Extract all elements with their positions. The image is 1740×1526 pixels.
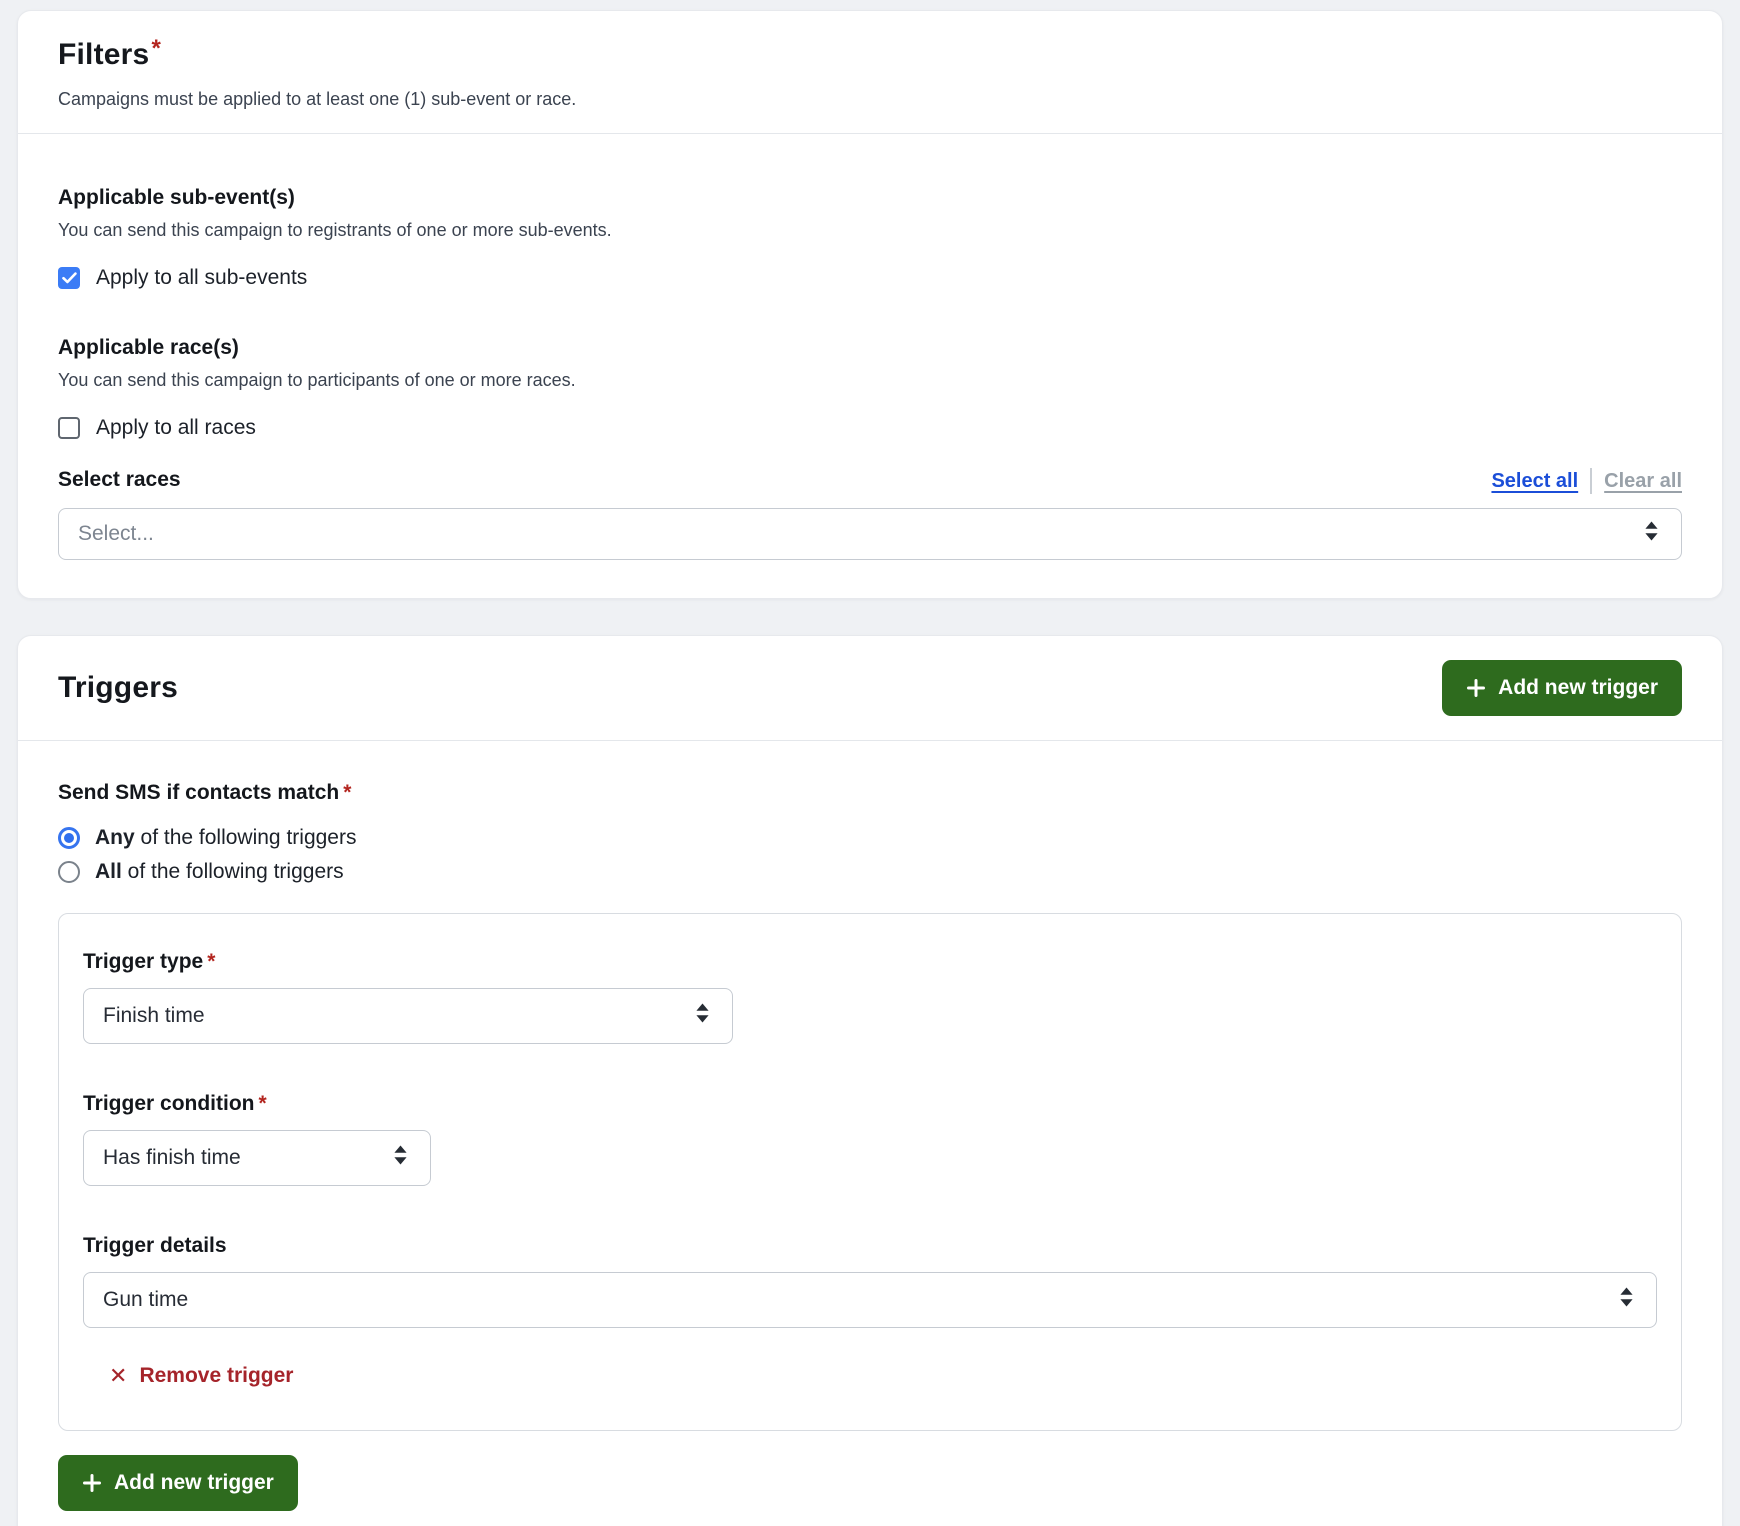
add-new-trigger-button-bottom[interactable]: Add new trigger <box>58 1455 298 1511</box>
sub-events-heading: Applicable sub-event(s) <box>58 184 1682 212</box>
trigger-condition-asterisk: * <box>259 1092 267 1115</box>
apply-all-races-checkbox[interactable] <box>58 417 80 439</box>
triggers-title: Triggers <box>58 670 178 706</box>
trigger-type-value: Finish time <box>103 1004 205 1028</box>
trigger-condition-value: Has finish time <box>103 1146 241 1170</box>
filters-subtitle: Campaigns must be applied to at least on… <box>58 87 1682 111</box>
select-races-placeholder: Select... <box>78 522 154 546</box>
links-separator <box>1590 468 1592 494</box>
filters-card: Filters* Campaigns must be applied to at… <box>17 10 1723 599</box>
trigger-details-select[interactable]: Gun time <box>83 1272 1657 1328</box>
radio-row-any[interactable]: Any of the following triggers <box>58 821 1682 855</box>
radio-all-rest: of the following triggers <box>122 860 344 883</box>
remove-trigger-label: Remove trigger <box>139 1362 293 1390</box>
trigger-item-box: Trigger type* Finish time Trigger condit… <box>58 913 1682 1431</box>
add-new-trigger-top-label: Add new trigger <box>1498 676 1658 700</box>
trigger-details-label: Trigger details <box>83 1232 1657 1260</box>
triggers-card: Triggers Add new trigger Send SMS if con… <box>17 635 1723 1526</box>
apply-all-races-label[interactable]: Apply to all races <box>96 414 256 442</box>
trigger-type-label: Trigger type* <box>83 948 1657 976</box>
chevron-up-down-icon <box>695 1003 710 1030</box>
add-new-trigger-button-top[interactable]: Add new trigger <box>1442 660 1682 716</box>
plus-icon <box>1466 678 1486 698</box>
sub-events-description: You can send this campaign to registrant… <box>58 218 1682 242</box>
trigger-condition-label-text: Trigger condition <box>83 1092 255 1115</box>
filters-title: Filters* <box>58 37 1682 75</box>
radio-all-bold: All <box>95 860 122 883</box>
chevron-up-down-icon <box>393 1145 408 1172</box>
chevron-up-down-icon <box>1644 521 1659 548</box>
chevron-up-down-icon <box>1619 1287 1634 1314</box>
add-new-trigger-bottom-label: Add new trigger <box>114 1471 274 1495</box>
select-races-links: Select all Clear all <box>1491 468 1682 494</box>
plus-icon <box>82 1473 102 1493</box>
select-races-dropdown[interactable]: Select... <box>58 508 1682 560</box>
radio-any-rest: of the following triggers <box>135 826 357 849</box>
page: Filters* Campaigns must be applied to at… <box>0 0 1740 1526</box>
select-all-link[interactable]: Select all <box>1491 470 1578 493</box>
clear-all-link[interactable]: Clear all <box>1604 470 1682 493</box>
races-heading: Applicable race(s) <box>58 334 1682 362</box>
send-sms-required-asterisk: * <box>343 781 351 804</box>
radio-all[interactable] <box>58 861 80 883</box>
trigger-condition-label: Trigger condition* <box>83 1090 1657 1118</box>
remove-x-icon: ✕ <box>109 1362 127 1390</box>
apply-all-sub-events-row[interactable]: Apply to all sub-events <box>58 264 1682 292</box>
apply-all-sub-events-label[interactable]: Apply to all sub-events <box>96 264 307 292</box>
match-radio-group: Any of the following triggers All of the… <box>58 821 1682 889</box>
radio-any[interactable] <box>58 827 80 849</box>
apply-all-races-row[interactable]: Apply to all races <box>58 414 1682 442</box>
check-icon <box>62 272 77 284</box>
filters-card-header: Filters* Campaigns must be applied to at… <box>18 11 1722 133</box>
trigger-condition-select[interactable]: Has finish time <box>83 1130 431 1186</box>
races-description: You can send this campaign to participan… <box>58 368 1682 392</box>
filters-title-text: Filters <box>58 38 149 71</box>
trigger-type-select[interactable]: Finish time <box>83 988 733 1044</box>
triggers-card-header: Triggers Add new trigger <box>18 636 1722 740</box>
triggers-card-body: Send SMS if contacts match* Any of the f… <box>18 741 1722 1526</box>
trigger-details-value: Gun time <box>103 1288 188 1312</box>
select-races-header-row: Select races Select all Clear all <box>58 466 1682 494</box>
remove-trigger-button[interactable]: ✕ Remove trigger <box>109 1362 293 1390</box>
select-races-label: Select races <box>58 466 181 494</box>
apply-all-sub-events-checkbox[interactable] <box>58 267 80 289</box>
filters-required-asterisk: * <box>151 35 161 62</box>
radio-any-bold: Any <box>95 826 135 849</box>
send-sms-match-text: Send SMS if contacts match <box>58 781 339 804</box>
radio-all-label[interactable]: All of the following triggers <box>95 860 344 884</box>
send-sms-match-label: Send SMS if contacts match* <box>58 779 1682 807</box>
trigger-type-asterisk: * <box>207 950 215 973</box>
radio-row-all[interactable]: All of the following triggers <box>58 855 1682 889</box>
radio-any-label[interactable]: Any of the following triggers <box>95 826 356 850</box>
filters-card-body: Applicable sub-event(s) You can send thi… <box>18 134 1722 598</box>
trigger-type-label-text: Trigger type <box>83 950 203 973</box>
